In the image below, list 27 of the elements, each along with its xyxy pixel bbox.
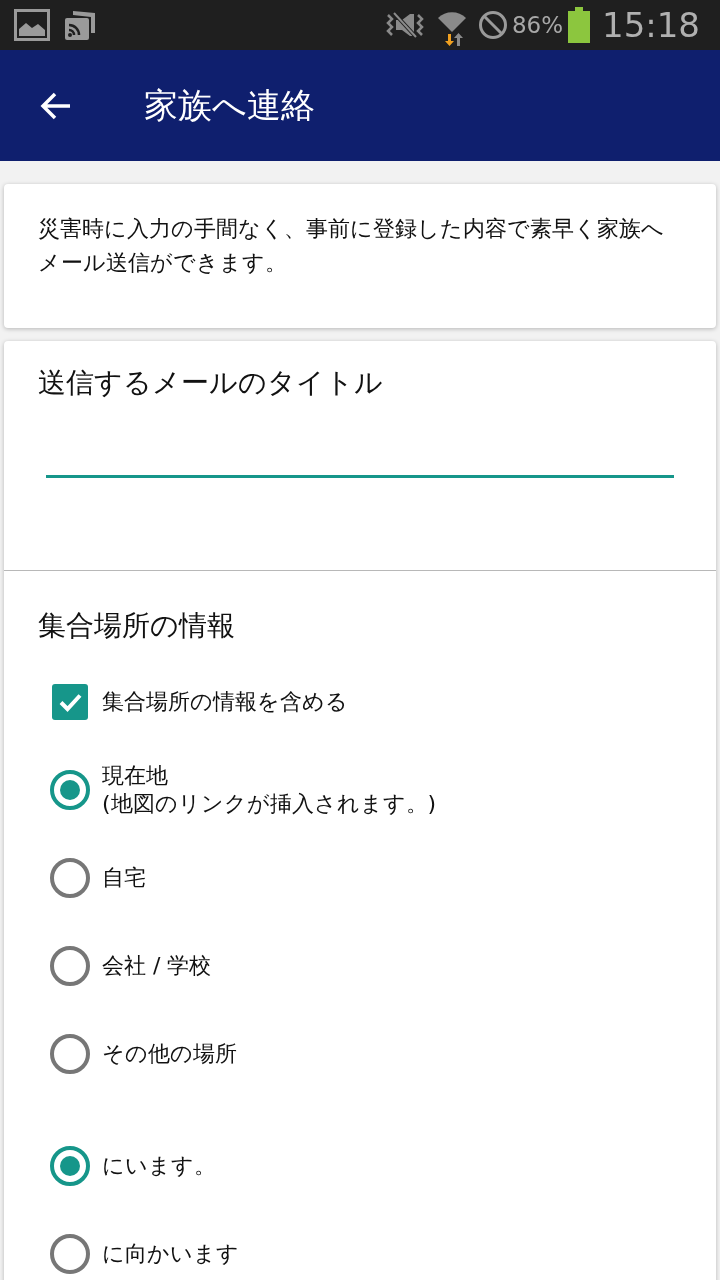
option-label[interactable]: に向かいます	[102, 1240, 239, 1268]
screen-title: 家族へ連絡	[144, 83, 315, 127]
section-heading: 集合場所の情報	[37, 608, 236, 644]
radio-button[interactable]	[50, 858, 90, 898]
option-label[interactable]: 自宅	[102, 864, 146, 892]
mail-title-label: 送信するメールのタイトル	[37, 365, 384, 401]
radio-button[interactable]	[50, 1146, 90, 1186]
clock-time: 15:18	[602, 5, 700, 45]
battery-icon	[568, 7, 590, 43]
cast-icon	[63, 9, 97, 41]
option-label[interactable]: 会社 / 学校	[102, 952, 212, 980]
blocked-icon	[477, 10, 508, 40]
option-label[interactable]: その他の場所	[102, 1040, 237, 1068]
option-note: (地図のリンクが挿入されます。)	[102, 790, 437, 818]
radio-button[interactable]	[50, 770, 90, 810]
back-arrow-icon[interactable]	[40, 90, 72, 121]
intro-text: 災害時に入力の手間なく、事前に登録した内容で素早く家族へメール送信ができます。	[38, 215, 665, 277]
option-label[interactable]: にいます。	[102, 1152, 216, 1180]
checkbox-label[interactable]: 集合場所の情報を含める	[102, 688, 348, 716]
checkbox[interactable]	[52, 684, 88, 720]
gallery-icon	[14, 9, 50, 41]
battery-percent: 86%	[511, 12, 563, 38]
mute-icon	[385, 11, 424, 39]
radio-button[interactable]	[50, 1234, 90, 1274]
option-label[interactable]: 現在地	[102, 762, 437, 790]
radio-button[interactable]	[50, 946, 90, 986]
radio-button[interactable]	[50, 1034, 90, 1074]
